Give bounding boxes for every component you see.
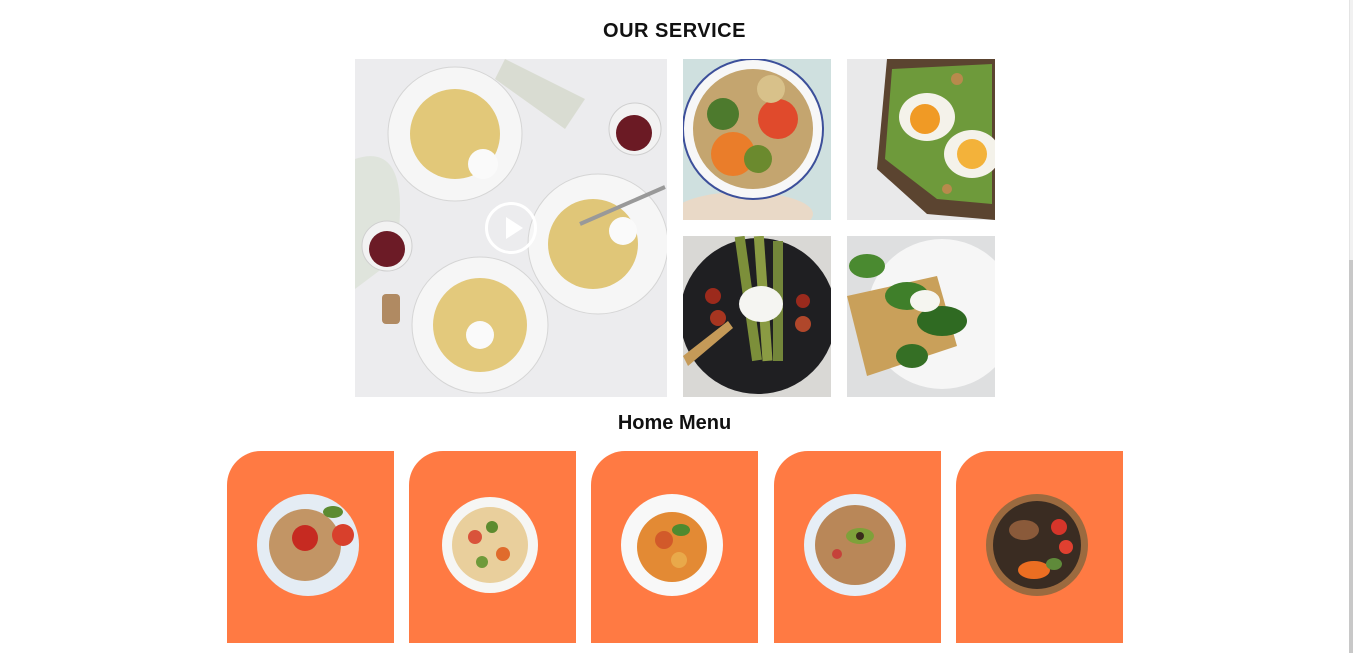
scrollbar-thumb[interactable] (1349, 260, 1353, 653)
section-title-home-menu: Home Menu (617, 412, 732, 434)
menu-dish-image-5 (986, 494, 1088, 596)
menu-card-4[interactable] (774, 451, 941, 643)
menu-dish-image-2 (442, 497, 538, 593)
menu-card-3[interactable] (591, 451, 758, 643)
service-video-thumbnail[interactable] (355, 59, 667, 397)
menu-card-2[interactable] (409, 451, 576, 643)
service-image-spinach-toast[interactable] (847, 236, 995, 397)
asparagus-plate-image (683, 236, 831, 397)
section-title-our-service: OUR SERVICE (603, 20, 746, 42)
play-icon[interactable] (485, 202, 537, 254)
service-image-avocado-toast[interactable] (847, 59, 995, 220)
menu-dish-image-4 (804, 494, 906, 596)
menu-dish-image-3 (621, 494, 723, 596)
avocado-toast-image (847, 59, 995, 220)
menu-card-1[interactable] (227, 451, 394, 643)
service-image-veggie-bowl[interactable] (683, 59, 831, 220)
veggie-bowl-image (683, 59, 831, 220)
service-image-asparagus-plate[interactable] (683, 236, 831, 397)
menu-dish-image-1 (257, 494, 359, 596)
spinach-toast-image (847, 236, 995, 397)
menu-card-5[interactable] (956, 451, 1123, 643)
